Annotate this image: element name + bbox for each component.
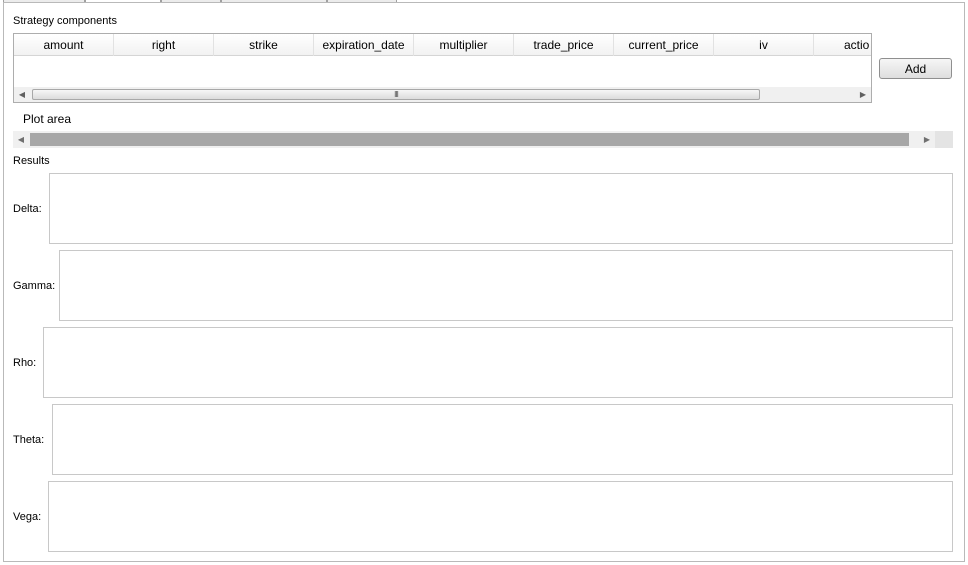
grip-icon: III <box>394 90 399 99</box>
column-header[interactable]: amount <box>14 34 114 56</box>
arrow-right-icon[interactable]: ▶ <box>919 131 935 148</box>
theta-label: Theta: <box>13 434 45 446</box>
delta-label: Delta: <box>13 203 42 215</box>
gamma-label: Gamma: <box>13 280 56 292</box>
scrollbar-thumb[interactable]: III <box>32 89 760 100</box>
arrow-left-icon[interactable]: ◀ <box>13 131 29 148</box>
vega-field[interactable] <box>48 481 953 552</box>
column-header[interactable]: current_price <box>614 34 714 56</box>
add-button[interactable]: Add <box>879 58 952 79</box>
column-header[interactable]: multiplier <box>414 34 514 56</box>
plot-area-label: Plot area <box>23 112 72 126</box>
plot-area-scrollbar[interactable]: ◀ ▶ <box>13 131 953 148</box>
vega-label: Vega: <box>13 511 42 523</box>
strategy-components-label: Strategy components <box>13 15 117 27</box>
scrollbar-thumb[interactable] <box>30 133 909 146</box>
arrow-right-icon[interactable]: ▶ <box>855 87 871 102</box>
rho-label: Rho: <box>13 357 37 369</box>
strategy-table[interactable]: amount right strike expiration_date mult… <box>13 33 872 103</box>
arrow-left-icon[interactable]: ◀ <box>14 87 30 102</box>
table-header: amount right strike expiration_date mult… <box>14 34 871 56</box>
rho-field[interactable] <box>43 327 953 398</box>
table-horizontal-scrollbar[interactable]: ◀ III ▶ <box>14 87 871 102</box>
column-header[interactable]: trade_price <box>514 34 614 56</box>
column-header[interactable]: iv <box>714 34 814 56</box>
delta-field[interactable] <box>49 173 953 244</box>
column-header[interactable]: actio <box>814 34 871 56</box>
column-header[interactable]: expiration_date <box>314 34 414 56</box>
gamma-field[interactable] <box>59 250 953 321</box>
results-label: Results <box>13 155 50 167</box>
scrollbar-corner <box>935 131 953 148</box>
theta-field[interactable] <box>52 404 953 475</box>
column-header[interactable]: strike <box>214 34 314 56</box>
column-header[interactable]: right <box>114 34 214 56</box>
